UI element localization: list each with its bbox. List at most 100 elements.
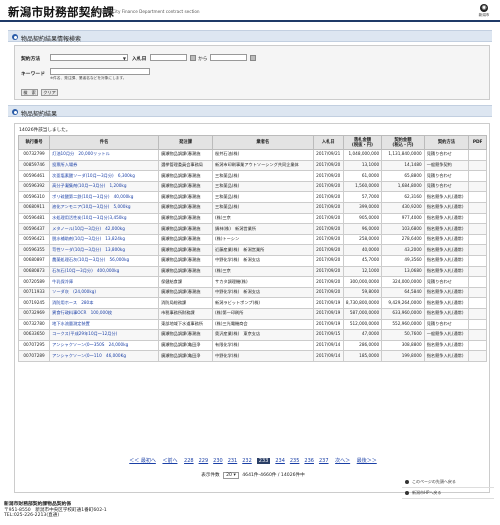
contract-method-cell: 指名競争入札(通常) bbox=[423, 350, 470, 362]
home-link[interactable]: 新潟市HPへ戻る bbox=[402, 488, 494, 499]
subject-cell[interactable]: 灯油10月分 20,000リットル bbox=[49, 149, 160, 161]
bid-amount-cell: 40,0000 bbox=[342, 244, 383, 256]
subject-cell[interactable]: 異食行政料事OCR 100,000枚 bbox=[49, 307, 160, 320]
pager-prev-link[interactable]: ＜前へ bbox=[162, 458, 177, 464]
pdf-cell[interactable] bbox=[468, 318, 487, 331]
subject-cell[interactable]: アンシャクソーン(0～350S 24,000kg bbox=[49, 339, 160, 352]
bid-date-to-input[interactable] bbox=[210, 54, 247, 61]
pager-page-link[interactable]: 232 bbox=[242, 458, 252, 464]
table-row: 00719245 消防用ホース 280本 消防局総務課 新潟ラビットポンプ(株) 201… bbox=[17, 297, 487, 309]
pdf-cell[interactable] bbox=[468, 265, 487, 278]
pager-page-link[interactable]: 231 bbox=[228, 458, 238, 464]
vendor-cell: 桜井石油(株) bbox=[212, 149, 314, 161]
calendar-icon[interactable] bbox=[250, 54, 256, 61]
pager-pages: 228 229 230 231 232 233 234 235 236 237 bbox=[182, 458, 331, 464]
pdf-cell[interactable] bbox=[468, 307, 487, 320]
pager-next-link[interactable]: 次へ＞ bbox=[335, 458, 350, 464]
subject-cell[interactable]: 液化アンモニア(10月～3月分) 5,000kg bbox=[49, 201, 160, 214]
subject-cell[interactable]: 苛性ソーダ(10月～3月分) 13,800kg bbox=[49, 244, 160, 256]
pdf-cell[interactable] bbox=[468, 286, 487, 299]
exec-number-cell: 00596355 bbox=[17, 244, 51, 256]
pager-page-link[interactable]: 234 bbox=[275, 458, 285, 464]
table-row: 00732799 灯油10月分 20,000リットル 廣瀬物品調課(春潮施 桜井石油(… bbox=[17, 149, 487, 161]
pdf-cell[interactable] bbox=[468, 254, 487, 267]
table-row: 00707289 アンシャクソーン(0～110 46,000Kg 廣瀬物品調課(亀田… bbox=[17, 350, 487, 362]
clear-button[interactable]: クリア bbox=[41, 89, 58, 96]
subject-cell[interactable]: メタノール(10月～3月分) 42,000kg bbox=[49, 223, 160, 235]
table-row: 00720589 牛乳保冷庫 保健給食課 サカタ調理機(株) 2017/09/20 300… bbox=[17, 276, 487, 288]
contract-amount-cell: 633,960,0000 bbox=[381, 307, 425, 320]
pdf-cell[interactable] bbox=[468, 223, 487, 235]
contract-amount-cell: 13,0680 bbox=[381, 265, 425, 278]
subject-cell[interactable]: ソーダ灰 (24,000kg) bbox=[49, 286, 160, 299]
contract-method-select[interactable]: ▼ bbox=[50, 54, 128, 61]
contract-method-cell: 見積り合わせ bbox=[423, 170, 470, 182]
vendor-cell: 鍋林(株) 新潟営業所 bbox=[212, 223, 314, 235]
pdf-cell[interactable] bbox=[468, 339, 487, 352]
pdf-cell[interactable] bbox=[468, 159, 487, 172]
subject-cell[interactable]: 石灰石(10月～3月分) 400,000kg bbox=[49, 265, 160, 278]
pdf-cell[interactable] bbox=[468, 276, 487, 288]
per-page-select[interactable]: 20 ▾ bbox=[223, 472, 239, 479]
subject-cell[interactable]: アンシャクソーン(0～110 46,000Kg bbox=[49, 350, 160, 362]
bid-amount-cell: 399,0000 bbox=[342, 201, 383, 214]
contract-method-cell: 一般競争契約 bbox=[423, 159, 470, 172]
pdf-cell[interactable] bbox=[468, 149, 487, 161]
ordering-dept-cell: 廣瀬物品調課(春潮施 bbox=[158, 180, 214, 193]
contract-method-cell: 指名競争入札(通常) bbox=[423, 201, 470, 214]
pdf-cell[interactable] bbox=[468, 191, 487, 203]
pager-page-link[interactable]: 229 bbox=[199, 458, 209, 464]
pdf-cell[interactable] bbox=[468, 201, 487, 214]
column-header: 契約金額 (税込・円) bbox=[381, 135, 425, 150]
subject-cell[interactable]: 消防用ホース 280本 bbox=[49, 297, 160, 309]
subject-cell[interactable]: 地下水流量測定装置 bbox=[49, 318, 160, 331]
bid-amount-cell: 8,730,800,0000 bbox=[342, 297, 383, 309]
bid-date-from-input[interactable] bbox=[150, 54, 187, 61]
contract-amount-cell: 977,4000 bbox=[381, 212, 425, 225]
pager-page-link[interactable]: 236 bbox=[304, 458, 314, 464]
pdf-cell[interactable] bbox=[468, 212, 487, 225]
pdf-cell[interactable] bbox=[468, 180, 487, 193]
city-logo[interactable]: ◉ 新潟市 bbox=[476, 4, 492, 19]
bid-date-cell: 2017/09/20 bbox=[312, 191, 344, 203]
bid-date-cell: 2017/09/20 bbox=[312, 254, 344, 267]
keyword-input[interactable] bbox=[50, 68, 150, 75]
subject-cell[interactable]: 投票所入場券 bbox=[49, 159, 160, 172]
section-bullet-icon bbox=[12, 109, 18, 115]
subject-cell[interactable]: コークス(平成29年10月～12月分) bbox=[49, 329, 160, 341]
page-top-link[interactable]: このページの先頭へ戻る bbox=[402, 477, 494, 488]
subject-cell[interactable]: 脱水補助剤(10月～3月分) 13,824kg bbox=[49, 233, 160, 246]
pager-page-link[interactable]: 237 bbox=[319, 458, 329, 464]
subject-cell[interactable]: 次亜塩素酸ソーダ(10月～3月分) 6,300kg bbox=[49, 170, 160, 182]
subject-cell[interactable]: 農薬処理石灰(10月～3月分) 56,000kg bbox=[49, 254, 160, 267]
subject-cell[interactable]: 水処理用活性炭(10月～3月分)3,450kg bbox=[49, 212, 160, 225]
pdf-cell[interactable] bbox=[468, 297, 487, 309]
pdf-cell[interactable] bbox=[468, 350, 487, 362]
search-section-title: 物品契約結果情報検索 bbox=[21, 35, 82, 43]
range-text: 4641件-4660件 / 14026件中 bbox=[242, 473, 305, 478]
calendar-icon[interactable] bbox=[190, 54, 196, 61]
pdf-cell[interactable] bbox=[468, 233, 487, 246]
subject-cell[interactable]: 高分子凝集剤(10月～3月分) 1,200kg bbox=[49, 180, 160, 193]
pdf-cell[interactable] bbox=[468, 244, 487, 256]
exec-number-cell: 00859746 bbox=[17, 159, 51, 172]
column-header: PDF bbox=[468, 135, 487, 150]
pager-page-link[interactable]: 233 bbox=[256, 458, 271, 464]
ordering-dept-cell: 市税事務所財務課 bbox=[158, 307, 214, 320]
contract-method-cell: 指名競争入札(通常) bbox=[423, 244, 470, 256]
pager-page-link[interactable]: 235 bbox=[290, 458, 300, 464]
vendor-cell: 新潟ラビットポンプ(株) bbox=[212, 297, 314, 309]
subject-cell[interactable]: ポリ硫酸第二鉄(10月～3月分) 40,000kg bbox=[49, 191, 160, 203]
pager-last-link[interactable]: 最後＞＞ bbox=[357, 458, 377, 464]
pager-page-link[interactable]: 228 bbox=[184, 458, 194, 464]
pdf-cell[interactable] bbox=[468, 329, 487, 341]
per-page-value: 20 bbox=[226, 473, 232, 478]
subject-cell[interactable]: 牛乳保冷庫 bbox=[49, 276, 160, 288]
pager-first-link[interactable]: ＜＜ 最初へ bbox=[129, 458, 156, 464]
bid-date-cell: 2017/09/19 bbox=[312, 307, 344, 320]
pdf-cell[interactable] bbox=[468, 170, 487, 182]
exec-number-cell: 00680873 bbox=[17, 265, 51, 278]
ordering-dept-cell: 廣瀬物品調課(春潮施 bbox=[158, 254, 214, 267]
search-button[interactable]: 検 索 bbox=[21, 89, 38, 96]
pager-page-link[interactable]: 230 bbox=[213, 458, 223, 464]
